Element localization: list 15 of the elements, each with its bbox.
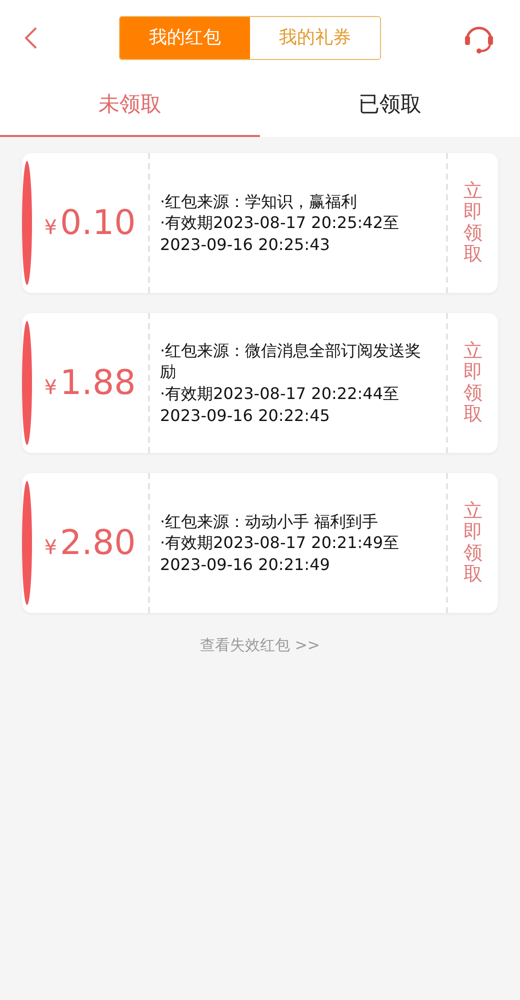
validity-text: ·有效期2023-08-17 20:22:44至 2023-09-16 20:22:45 (160, 383, 400, 426)
amount-text: ¥2.80 (44, 522, 136, 564)
source-text: ·红包来源：学知识，赢福利 (160, 190, 358, 212)
amount-text: ¥0.10 (44, 202, 136, 244)
claim-button[interactable]: 立即领取 (464, 501, 482, 585)
validity-text: ·有效期2023-08-17 20:21:49至 2023-09-16 20:21:49 (160, 532, 400, 576)
validity-text: ·有效期2023-08-17 20:25:42至 2023-09-16 20:25:43 (160, 212, 400, 256)
back-icon[interactable] (24, 26, 38, 50)
claim-button[interactable]: 立即领取 (464, 341, 482, 425)
source-text: ·红包来源：微信消息全部订阅发送奖励 (160, 340, 422, 383)
claim-button[interactable]: 立即领取 (464, 181, 482, 265)
segment-tab[interactable]: 我的红包 (120, 16, 250, 58)
source-text: ·红包来源：动动小手 福利到手 (160, 510, 380, 532)
expired-redpacket-link[interactable]: 查看失效红包 >> (194, 633, 326, 658)
amount-text: ¥1.88 (44, 362, 136, 404)
